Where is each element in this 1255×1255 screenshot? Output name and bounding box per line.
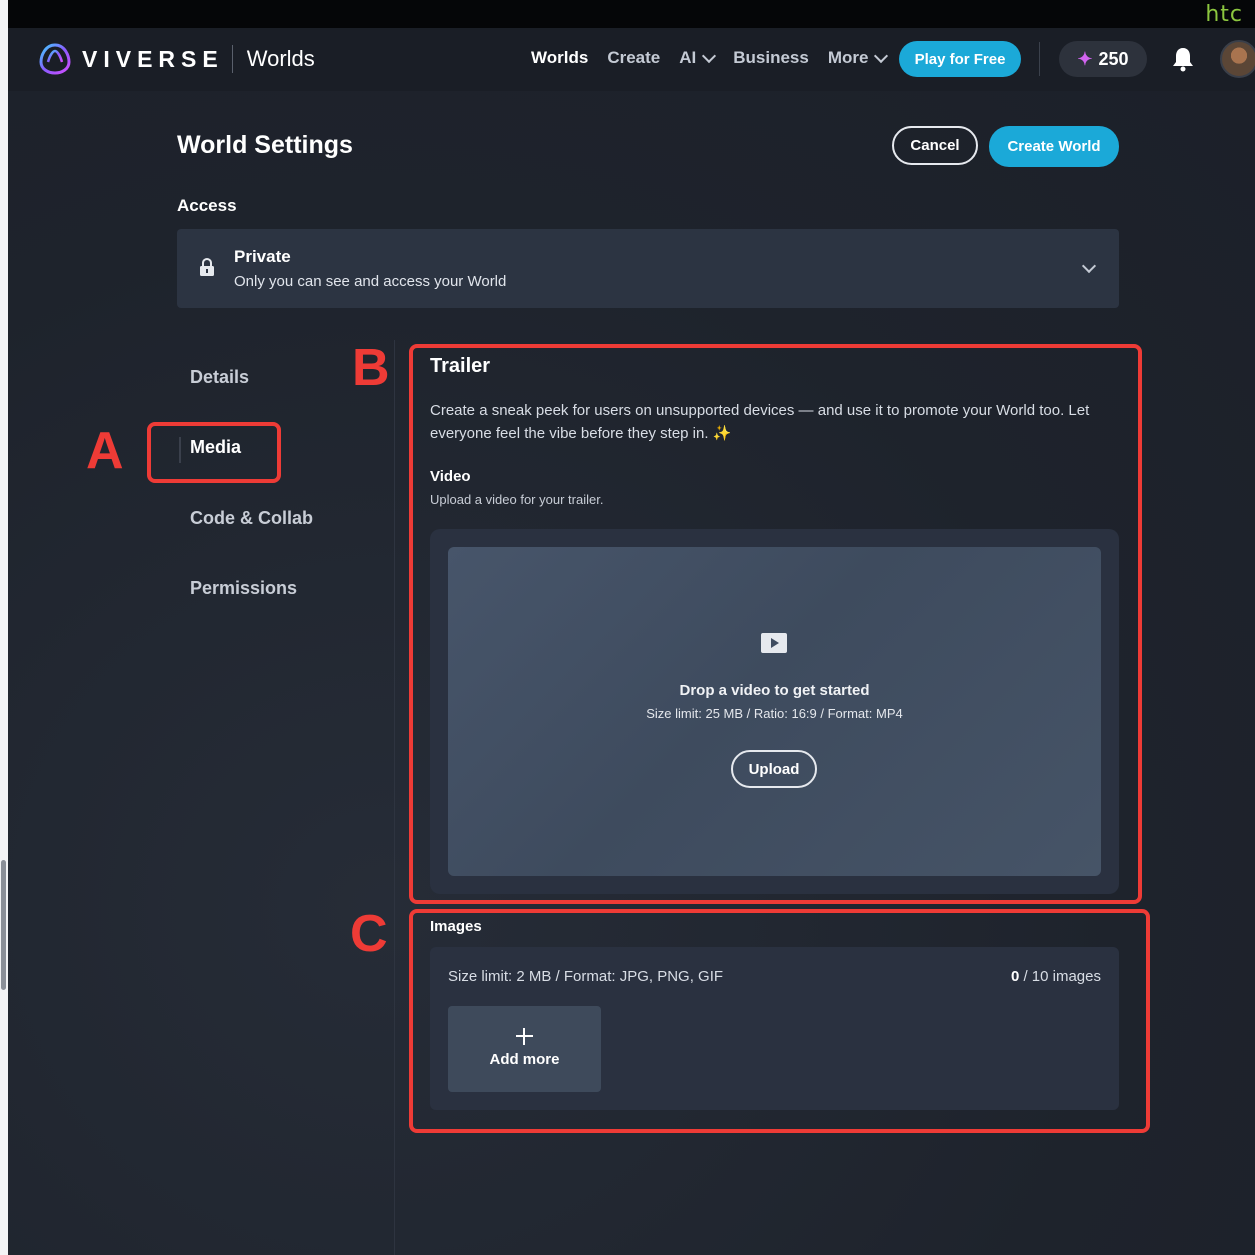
credits-button[interactable]: ✦ 250	[1059, 41, 1147, 77]
nav-create-label: Create	[607, 48, 661, 67]
window-edge	[0, 0, 8, 1255]
nav-divider	[1039, 42, 1040, 76]
nav-worlds[interactable]: Worlds	[531, 48, 588, 68]
top-navigation: VIVERSE Worlds Worlds Create AI Business…	[8, 28, 1255, 91]
create-world-button[interactable]: Create World	[989, 126, 1119, 167]
viverse-logo-icon	[39, 43, 71, 75]
annotation-label-a: A	[86, 422, 124, 480]
avatar[interactable]	[1220, 40, 1255, 78]
htc-logo: htc	[1205, 2, 1243, 27]
lock-icon	[200, 258, 214, 276]
brand[interactable]: VIVERSE Worlds	[38, 42, 315, 76]
access-dropdown[interactable]: Private Only you can see and access your…	[177, 229, 1119, 308]
nav-create[interactable]: Create	[607, 48, 660, 68]
nav-more-label: More	[827, 48, 869, 67]
chevron-down-icon	[874, 48, 889, 63]
brand-divider	[231, 45, 233, 73]
scrollbar[interactable]	[1, 860, 6, 990]
annotation-box-b	[409, 344, 1142, 904]
bell-icon[interactable]	[1171, 46, 1195, 72]
brand-section: Worlds	[246, 46, 315, 71]
nav-links: Worlds Create AI Business More	[531, 48, 905, 68]
access-label: Access	[177, 196, 237, 215]
sparkle-icon: ✦	[1077, 48, 1093, 69]
chevron-down-icon	[702, 48, 717, 63]
sidebar-item-code-collab[interactable]: Code & Collab	[190, 508, 313, 529]
credits-count: 250	[1098, 48, 1129, 69]
nav-ai-label: AI	[679, 48, 697, 67]
system-bar: htc	[8, 0, 1255, 28]
sidebar-item-permissions[interactable]: Permissions	[190, 578, 297, 599]
nav-ai[interactable]: AI	[679, 48, 717, 68]
annotation-box-a	[147, 422, 281, 483]
access-value-title: Private	[234, 247, 291, 266]
sidebar-item-details[interactable]: Details	[190, 367, 249, 388]
nav-more[interactable]: More	[827, 48, 889, 68]
annotation-label-c: C	[350, 905, 388, 963]
sidebar-divider	[394, 340, 395, 1255]
nav-business-label: Business	[733, 48, 809, 67]
annotation-box-c	[409, 909, 1150, 1133]
nav-business[interactable]: Business	[733, 48, 809, 68]
brand-name: VIVERSE	[82, 45, 224, 72]
annotation-label-b: B	[352, 339, 390, 397]
chevron-down-icon	[1081, 258, 1097, 274]
cancel-button[interactable]: Cancel	[892, 126, 978, 165]
nav-worlds-label: Worlds	[531, 48, 589, 67]
page-title: World Settings	[177, 131, 353, 159]
access-value-description: Only you can see and access your World	[234, 273, 507, 290]
play-for-free-button[interactable]: Play for Free	[899, 41, 1021, 77]
